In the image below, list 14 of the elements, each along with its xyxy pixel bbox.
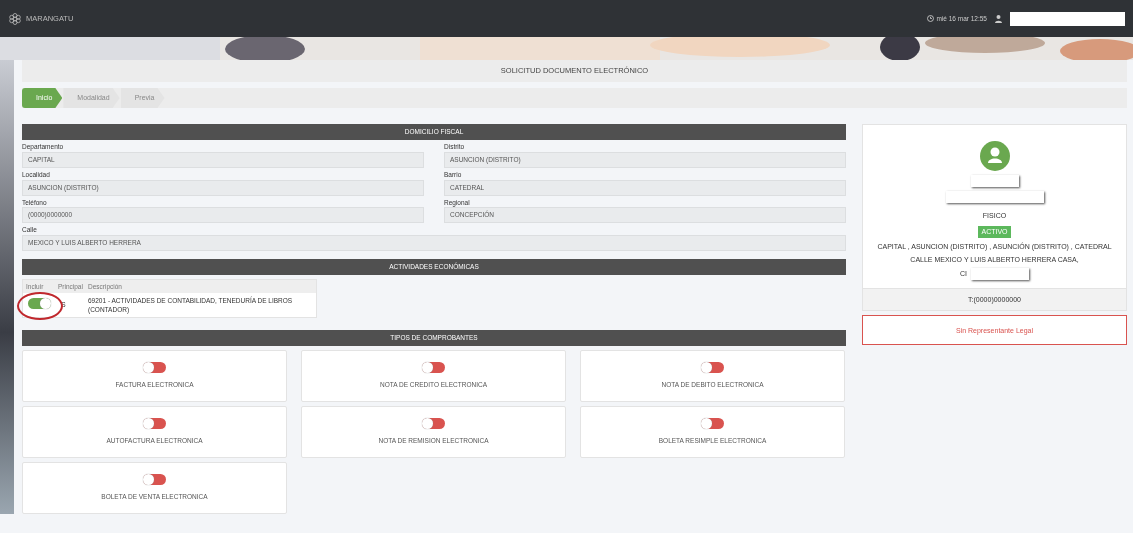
toggle-switch[interactable] <box>422 362 445 374</box>
clock-icon <box>927 15 935 22</box>
toggle-switch[interactable] <box>701 362 724 374</box>
user-icon[interactable] <box>995 14 1002 23</box>
redacted-box <box>970 175 1019 187</box>
toggle-switch[interactable] <box>422 418 445 430</box>
toggle-switch[interactable] <box>143 362 166 374</box>
redacted-box <box>971 268 1029 281</box>
toggle-switch[interactable] <box>143 418 166 430</box>
logo-icon <box>8 11 22 26</box>
toggle-switch[interactable] <box>28 297 51 309</box>
toggle-switch[interactable] <box>143 474 166 486</box>
avatar-icon <box>979 141 1010 171</box>
toggle-switch[interactable] <box>701 418 724 430</box>
